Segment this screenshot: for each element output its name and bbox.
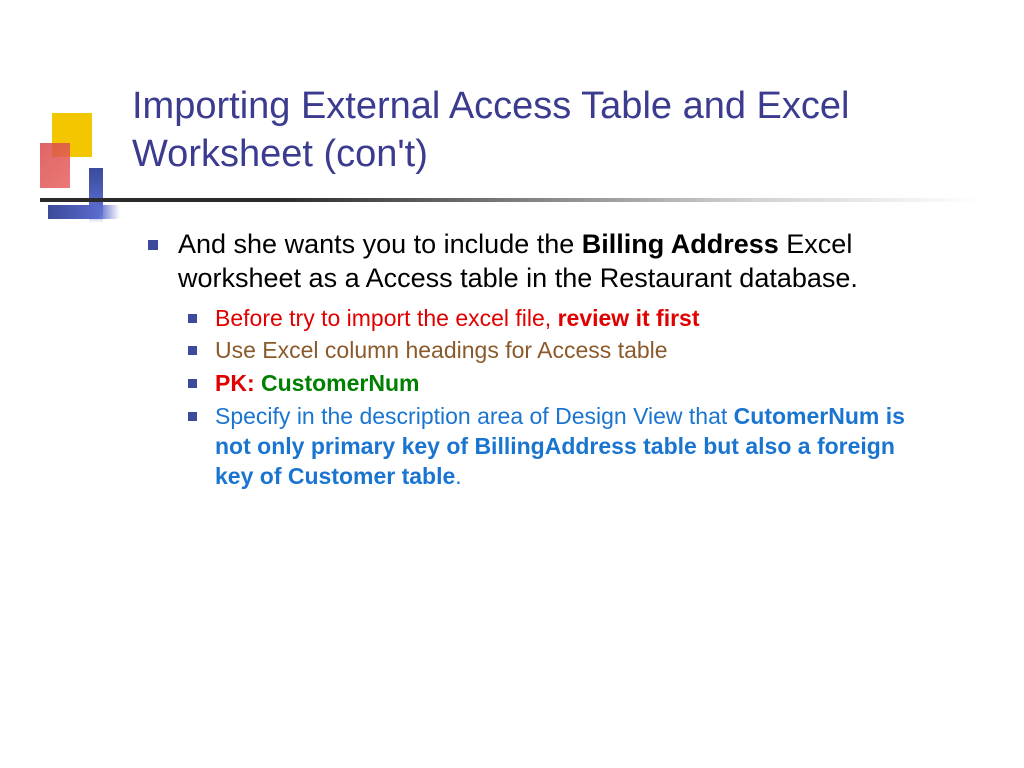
slide-title: Importing External Access Table and Exce… (132, 83, 952, 178)
bullet-level-2: Before try to import the excel file, rev… (188, 304, 938, 334)
slide-content: And she wants you to include the Billing… (148, 228, 938, 495)
text-bold: Billing Address (582, 229, 779, 259)
pk-value: CustomerNum (255, 370, 420, 396)
bullet-text: Before try to import the excel file, rev… (215, 304, 699, 334)
text-span: And she wants you to include the (178, 229, 582, 259)
bullet-text: PK: CustomerNum (215, 369, 419, 399)
text-span: Before try to import the excel file, (215, 305, 558, 331)
pk-label: PK: (215, 370, 255, 396)
bullet-level-1: And she wants you to include the Billing… (148, 228, 938, 296)
text-span: . (455, 463, 461, 489)
bullet-marker-icon (188, 346, 197, 355)
bullet-marker-icon (188, 314, 197, 323)
bullet-text: Use Excel column headings for Access tab… (215, 336, 668, 366)
blue-horizontal-accent (48, 205, 120, 219)
bullet-marker-icon (148, 240, 158, 250)
text-bold: review it first (558, 305, 700, 331)
text-span: Specify in the description area of Desig… (215, 403, 734, 429)
bullet-marker-icon (188, 412, 197, 421)
bullet-marker-icon (188, 379, 197, 388)
bullet-text: And she wants you to include the Billing… (178, 228, 938, 296)
horizontal-rule (40, 198, 980, 202)
red-accent (40, 143, 70, 188)
sub-bullet-list: Before try to import the excel file, rev… (188, 304, 938, 492)
bullet-level-2: Specify in the description area of Desig… (188, 402, 938, 492)
slide-decoration (40, 113, 120, 193)
bullet-level-2: PK: CustomerNum (188, 369, 938, 399)
bullet-level-2: Use Excel column headings for Access tab… (188, 336, 938, 366)
bullet-text: Specify in the description area of Desig… (215, 402, 938, 492)
